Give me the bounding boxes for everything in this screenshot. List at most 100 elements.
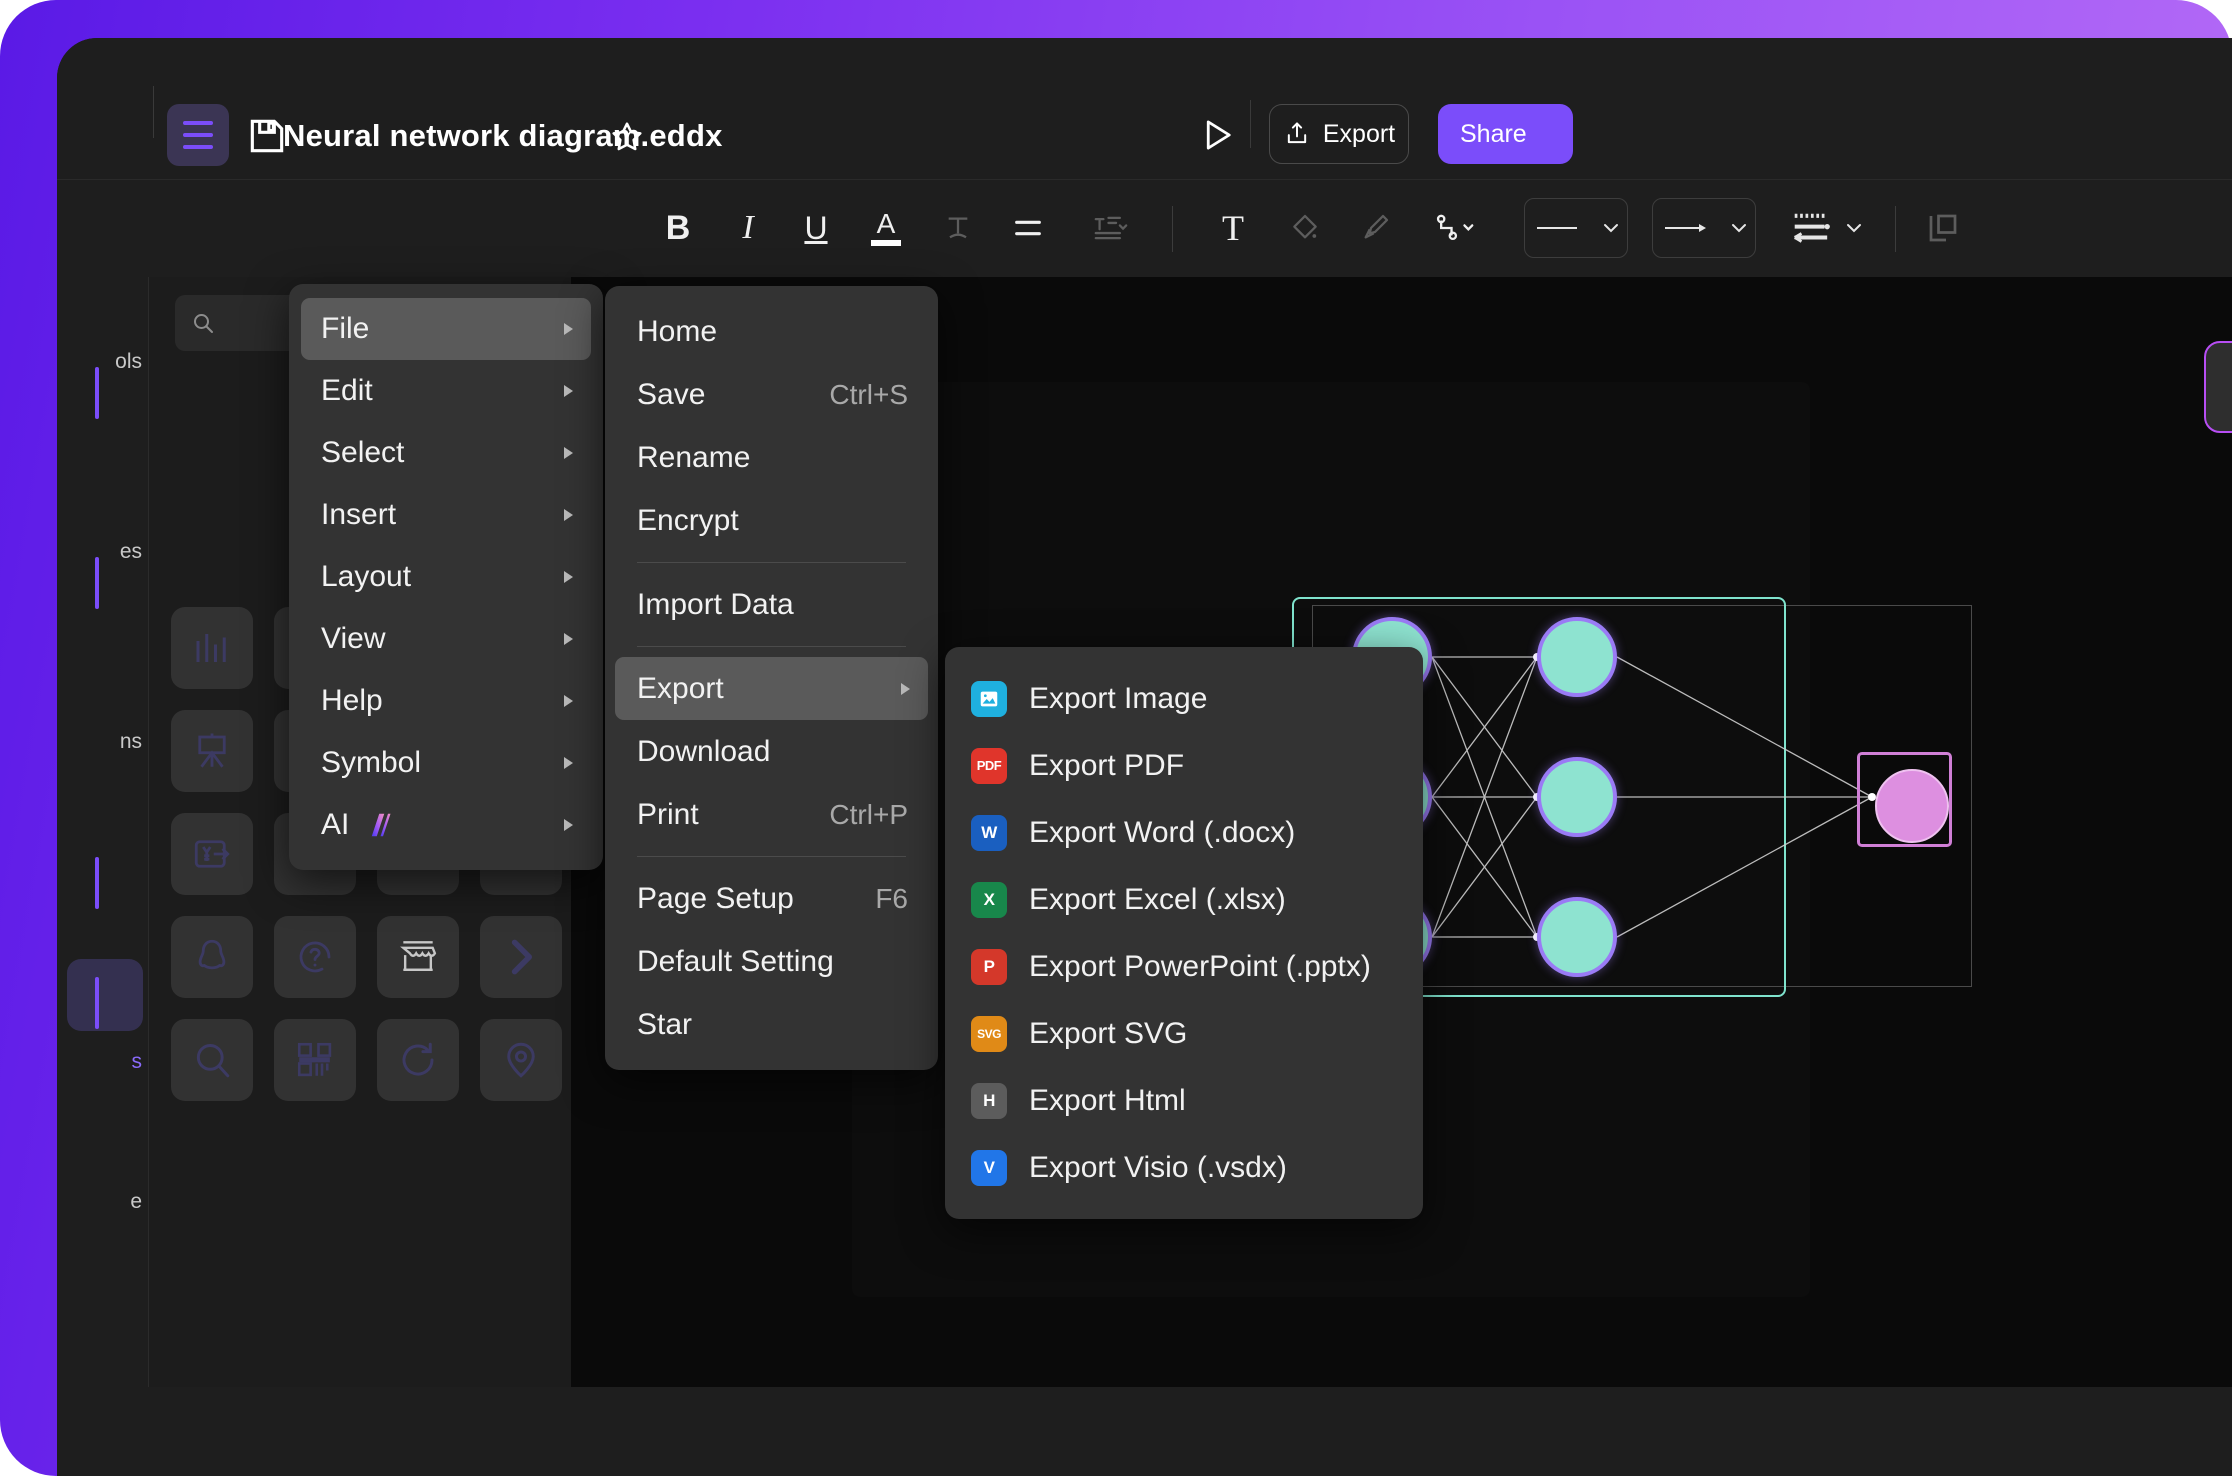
file-menu-item-star[interactable]: Star — [615, 993, 928, 1056]
menu-item-view[interactable]: View — [301, 608, 591, 670]
file-menu-item-default-setting-label: Default Setting — [637, 944, 834, 978]
export-menu-item-svg-label: Export SVG — [1029, 1016, 1188, 1050]
chevron-right-icon — [564, 323, 573, 335]
star-outline-icon[interactable] — [608, 118, 646, 156]
chevron-right-icon — [564, 757, 573, 769]
file-submenu: Home Save Ctrl+S Rename Encrypt Import D… — [605, 286, 938, 1070]
fill-color-button[interactable] — [1279, 202, 1331, 254]
share-button-label: Share — [1460, 119, 1527, 148]
shape-penguin-icon[interactable] — [171, 916, 253, 998]
ai-assistant-tab[interactable] — [2204, 341, 2232, 433]
menu-item-edit[interactable]: Edit — [301, 360, 591, 422]
titlebar-divider-right — [1250, 100, 1251, 148]
node-h2-3[interactable] — [1537, 897, 1617, 977]
text-effect-button[interactable] — [932, 202, 984, 254]
shape-qr-code-icon[interactable] — [274, 1019, 356, 1101]
rail-indicator-3 — [95, 857, 99, 909]
node-output[interactable] — [1875, 769, 1949, 843]
shape-easel-icon[interactable] — [171, 710, 253, 792]
arrow-style-select[interactable] — [1652, 198, 1756, 258]
node-h2-1[interactable] — [1537, 617, 1617, 697]
bold-button[interactable]: B — [652, 202, 704, 254]
sidebar-item-symbols-label: s — [131, 1050, 143, 1073]
export-menu-item-word[interactable]: W Export Word (.docx) — [945, 799, 1423, 866]
file-menu-item-save-label: Save — [637, 377, 706, 411]
main-menu: File Edit Select Insert Layout View Help… — [289, 284, 603, 870]
italic-button[interactable]: I — [722, 202, 774, 254]
sidebar-item-tools[interactable]: ols — [57, 317, 148, 407]
align-left-button[interactable] — [1002, 202, 1054, 254]
export-menu-item-svg[interactable]: SVG Export SVG — [945, 1000, 1423, 1067]
export-menu-item-visio-label: Export Visio (.vsdx) — [1029, 1150, 1287, 1184]
sidebar-item-symbols[interactable]: s — [57, 1017, 148, 1107]
html-icon: H — [971, 1082, 1007, 1119]
export-menu-item-excel[interactable]: X Export Excel (.xlsx) — [945, 866, 1423, 933]
share-button[interactable]: Share — [1438, 104, 1573, 164]
shape-bar-chart-icon[interactable] — [171, 607, 253, 689]
menu-item-symbol[interactable]: Symbol — [301, 732, 591, 794]
export-button[interactable]: Export — [1269, 104, 1409, 164]
export-button-label: Export — [1322, 119, 1396, 148]
layer-icon[interactable] — [1917, 202, 1969, 254]
menu-item-ai[interactable]: AI — [301, 794, 591, 856]
file-menu-item-save[interactable]: Save Ctrl+S — [615, 363, 928, 426]
shape-refresh-icon[interactable] — [377, 1019, 459, 1101]
sidebar-item-icons[interactable]: ns — [57, 697, 148, 787]
file-menu-item-default-setting[interactable]: Default Setting — [615, 930, 928, 993]
menu-item-help[interactable]: Help — [301, 670, 591, 732]
menu-item-file[interactable]: File — [301, 298, 591, 360]
sidebar-item-shapes[interactable]: es — [57, 507, 148, 597]
app-root: Neural network diagram.eddx Export Share… — [0, 0, 2232, 1476]
text-box-button[interactable]: T — [1207, 202, 1259, 254]
export-menu-item-pdf-label: Export PDF — [1029, 748, 1185, 782]
shape-help-circle-icon[interactable] — [274, 916, 356, 998]
menu-item-layout-label: Layout — [321, 560, 412, 593]
export-menu-item-pdf[interactable]: PDF Export PDF — [945, 732, 1423, 799]
export-menu-item-html[interactable]: H Export Html — [945, 1067, 1423, 1134]
menu-item-select-label: Select — [321, 436, 405, 469]
file-menu-item-download[interactable]: Download — [615, 720, 928, 783]
underline-button[interactable]: U — [790, 202, 842, 254]
file-menu-item-import-data[interactable]: Import Data — [615, 573, 928, 636]
present-play-icon[interactable] — [1196, 114, 1238, 156]
shape-chevron-right-icon[interactable] — [480, 916, 562, 998]
word-icon: W — [971, 814, 1007, 851]
file-menu-item-encrypt[interactable]: Encrypt — [615, 489, 928, 552]
file-menu-item-star-label: Star — [637, 1007, 693, 1041]
file-menu-item-home-label: Home — [637, 314, 718, 348]
chevron-right-icon — [901, 682, 910, 695]
ai-sparkle-icon — [363, 810, 393, 840]
excel-icon: X — [971, 881, 1007, 918]
export-menu-item-visio[interactable]: V Export Visio (.vsdx) — [945, 1134, 1423, 1201]
line-weight-select[interactable] — [1524, 198, 1628, 258]
node-h2-2[interactable] — [1537, 757, 1617, 837]
file-menu-item-encrypt-label: Encrypt — [637, 503, 739, 537]
sidebar-item-icons-label: ns — [119, 730, 142, 753]
chevron-right-icon — [564, 509, 573, 521]
sidebar-item-more[interactable]: e — [57, 1157, 148, 1247]
file-menu-item-home[interactable]: Home — [615, 300, 928, 363]
export-menu-item-powerpoint[interactable]: P Export PowerPoint (.pptx) — [945, 933, 1423, 1000]
file-menu-item-export[interactable]: Export — [615, 657, 928, 720]
line-spacing-button[interactable] — [1072, 202, 1150, 254]
export-menu-item-image[interactable]: Export Image — [945, 665, 1423, 732]
brush-button[interactable] — [1349, 202, 1401, 254]
powerpoint-icon: P — [971, 948, 1007, 985]
file-menu-item-print[interactable]: Print Ctrl+P — [615, 783, 928, 846]
shape-search-glass-icon[interactable] — [171, 1019, 253, 1101]
shape-location-pin-icon[interactable] — [480, 1019, 562, 1101]
menu-item-insert[interactable]: Insert — [301, 484, 591, 546]
shape-storefront-icon[interactable] — [377, 916, 459, 998]
title-bar: Neural network diagram.eddx Export Share — [57, 38, 2232, 178]
line-pattern-select[interactable] — [1781, 202, 1873, 254]
menu-item-layout[interactable]: Layout — [301, 546, 591, 608]
shape-yen-transfer-icon[interactable] — [171, 813, 253, 895]
menu-item-select[interactable]: Select — [301, 422, 591, 484]
file-menu-item-page-setup[interactable]: Page Setup F6 — [615, 867, 928, 930]
font-color-button[interactable]: A — [860, 202, 912, 254]
hamburger-menu-button[interactable] — [167, 104, 229, 166]
file-menu-separator-1 — [637, 562, 906, 563]
connector-style-button[interactable] — [1419, 202, 1497, 254]
chevron-right-icon — [564, 819, 573, 831]
file-menu-item-rename[interactable]: Rename — [615, 426, 928, 489]
